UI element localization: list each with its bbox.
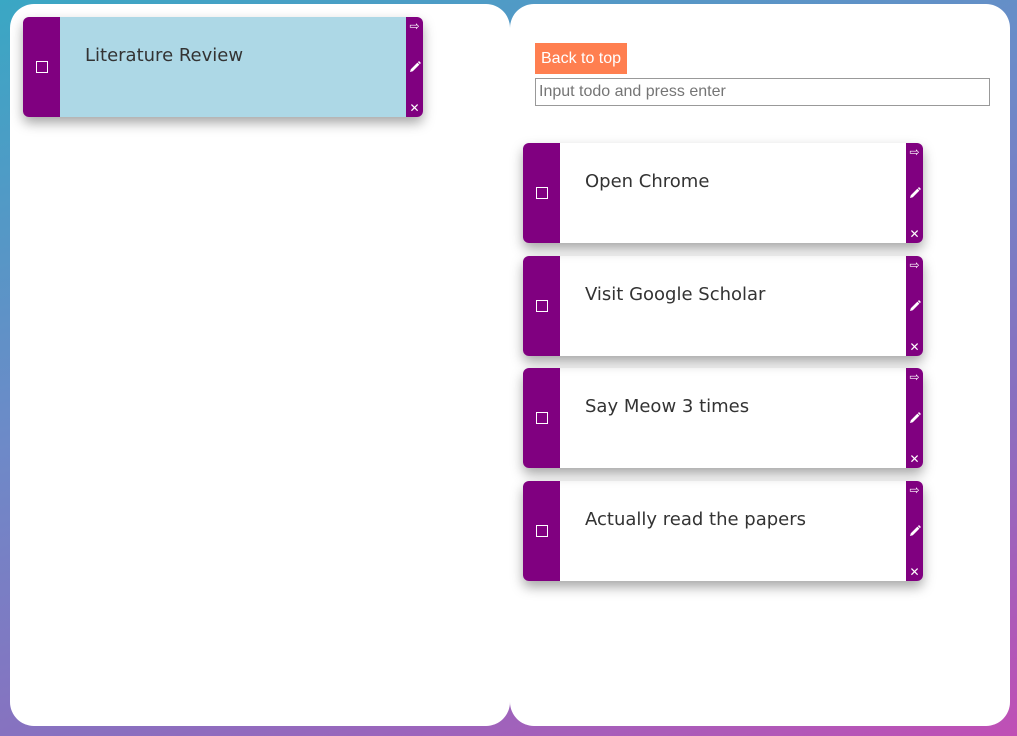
todo-actions: ⇨ ✕ [906,368,923,468]
edit-pencil-icon[interactable] [407,60,422,74]
checkbox-icon[interactable] [535,525,548,537]
move-arrow-icon[interactable]: ⇨ [907,483,922,497]
move-arrow-icon[interactable]: ⇨ [407,19,422,33]
checkbox-icon[interactable] [535,300,548,312]
checkbox-icon[interactable] [35,61,48,73]
move-arrow-icon[interactable]: ⇨ [907,370,922,384]
checkbox-icon[interactable] [535,187,548,199]
todo-card[interactable]: Actually read the papers ⇨ ✕ [523,481,923,581]
delete-x-icon[interactable]: ✕ [907,227,922,241]
edit-pencil-icon[interactable] [907,524,922,538]
todo-check-strip [523,256,560,356]
todo-check-strip [23,17,60,117]
checkbox-icon[interactable] [535,412,548,424]
delete-x-icon[interactable]: ✕ [907,565,922,579]
back-to-top-button[interactable]: Back to top [535,43,628,74]
todo-card[interactable]: Visit Google Scholar ⇨ ✕ [523,256,923,356]
move-arrow-icon[interactable]: ⇨ [907,258,922,272]
delete-x-icon[interactable]: ✕ [907,340,922,354]
move-arrow-icon[interactable]: ⇨ [907,145,922,159]
todo-card[interactable]: Open Chrome ⇨ ✕ [523,143,923,243]
todo-text: Open Chrome [585,171,710,192]
todo-check-strip [523,481,560,581]
todo-card[interactable]: Say Meow 3 times ⇨ ✕ [523,368,923,468]
todo-input[interactable] [535,78,990,106]
right-panel [510,4,1010,726]
edit-pencil-icon[interactable] [907,299,922,313]
todo-check-strip [523,143,560,243]
todo-actions: ⇨ ✕ [406,17,423,117]
todo-text: Say Meow 3 times [585,396,750,417]
edit-pencil-icon[interactable] [907,186,922,200]
todo-text: Actually read the papers [585,509,807,530]
todo-actions: ⇨ ✕ [906,143,923,243]
todo-actions: ⇨ ✕ [906,256,923,356]
todo-text: Visit Google Scholar [585,284,766,305]
delete-x-icon[interactable]: ✕ [407,101,422,115]
todo-card-literature-review[interactable]: Literature Review ⇨ ✕ [23,17,423,117]
delete-x-icon[interactable]: ✕ [907,452,922,466]
edit-pencil-icon[interactable] [907,411,922,425]
todo-check-strip [523,368,560,468]
todo-actions: ⇨ ✕ [906,481,923,581]
todo-text: Literature Review [60,17,406,117]
